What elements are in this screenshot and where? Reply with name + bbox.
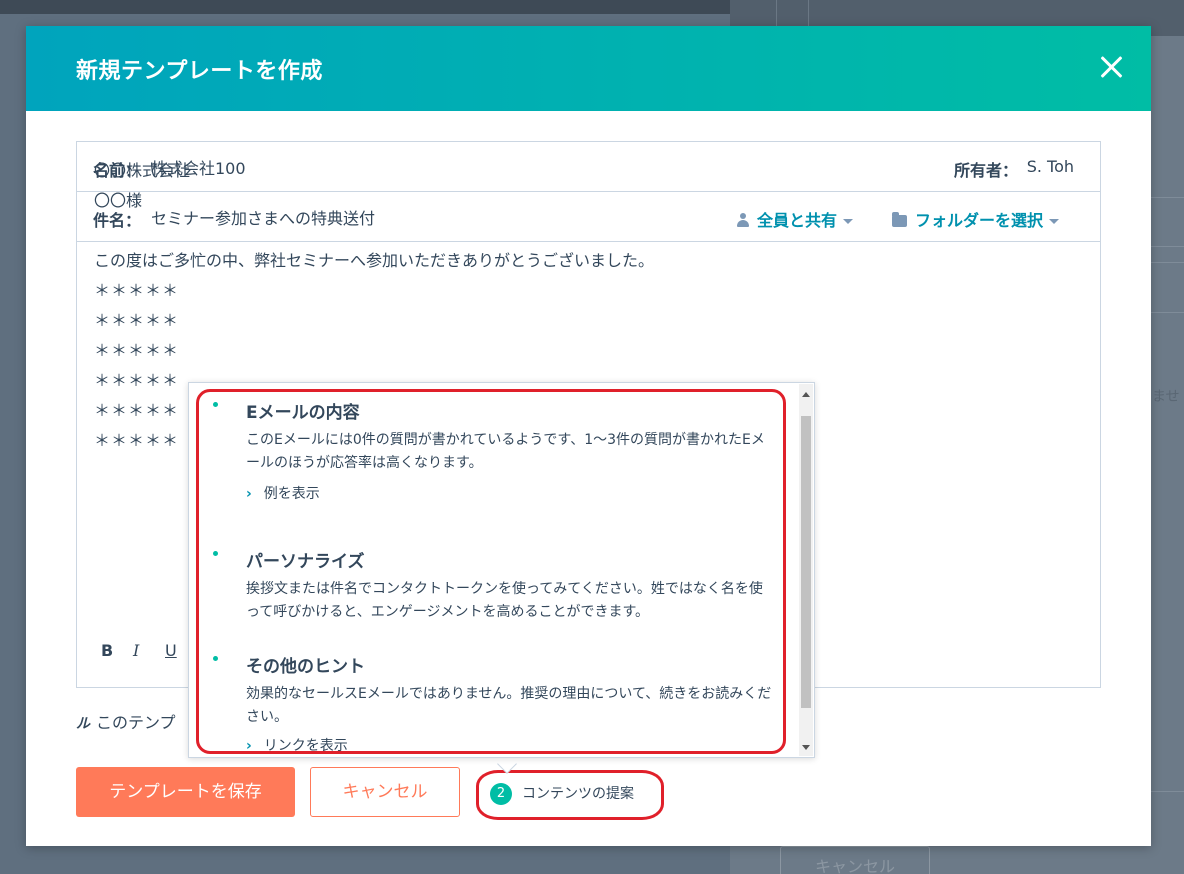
share-label: 全員と共有 [757,211,838,230]
share-dropdown[interactable]: 全員と共有 [737,207,854,231]
content-suggestions-link[interactable]: 2 コンテンツの提案 [490,783,634,805]
body-line: 〇〇様 [94,191,143,210]
body-line: この度はご多忙の中、弊社セミナーへ参加いただきありがとうございました。 [94,251,655,270]
folder-label: フォルダーを選択 [915,211,1044,230]
suggestions-label: コンテンツの提案 [522,786,634,802]
folder-icon [892,212,907,227]
scroll-down-icon[interactable] [802,745,810,750]
highlight-outline [196,389,786,754]
italic-button[interactable]: I [133,641,165,660]
body-line: ＊＊＊＊＊ [94,341,180,360]
bold-button[interactable]: B [101,641,133,660]
save-template-button[interactable]: テンプレートを保存 [76,767,295,817]
body-line: ＊＊＊＊＊ [94,311,180,330]
background-topbar [0,0,730,14]
body-line: 〇〇株式会社 [94,161,191,180]
popover-scrollbar[interactable] [799,384,813,756]
body-line: ＊＊＊＊＊ [94,281,180,300]
close-icon[interactable] [1099,55,1123,79]
background-divider [1150,246,1184,247]
body-blank-line [94,216,654,246]
signature-icon: ル [76,716,90,732]
format-toolbar: BIU [101,641,197,660]
owner-value[interactable]: S. Toh [1027,157,1074,176]
suggestion-count-badge: 2 [490,783,512,805]
signature-note-text: このテンプ [96,713,176,732]
background-text: ませ [1152,389,1180,405]
scrollbar-thumb[interactable] [801,416,811,708]
background-divider [1150,197,1184,198]
owner-label: 所有者： [953,161,1018,180]
modal-title: 新規テンプレートを作成 [76,59,323,84]
caret-down-icon [1049,219,1060,224]
background-cancel-button: キャンセル [780,846,930,874]
scroll-up-icon[interactable] [802,392,810,397]
cancel-button[interactable]: キャンセル [310,767,460,817]
background-divider [1150,791,1184,792]
background-divider [1150,262,1184,263]
background-divider [1150,312,1184,313]
caret-down-icon [843,219,854,224]
signature-note[interactable]: ルこのテンプ [76,709,176,733]
person-icon [737,213,749,227]
modal-header: 新規テンプレートを作成 [26,26,1151,111]
folder-dropdown[interactable]: フォルダーを選択 [892,207,1060,231]
